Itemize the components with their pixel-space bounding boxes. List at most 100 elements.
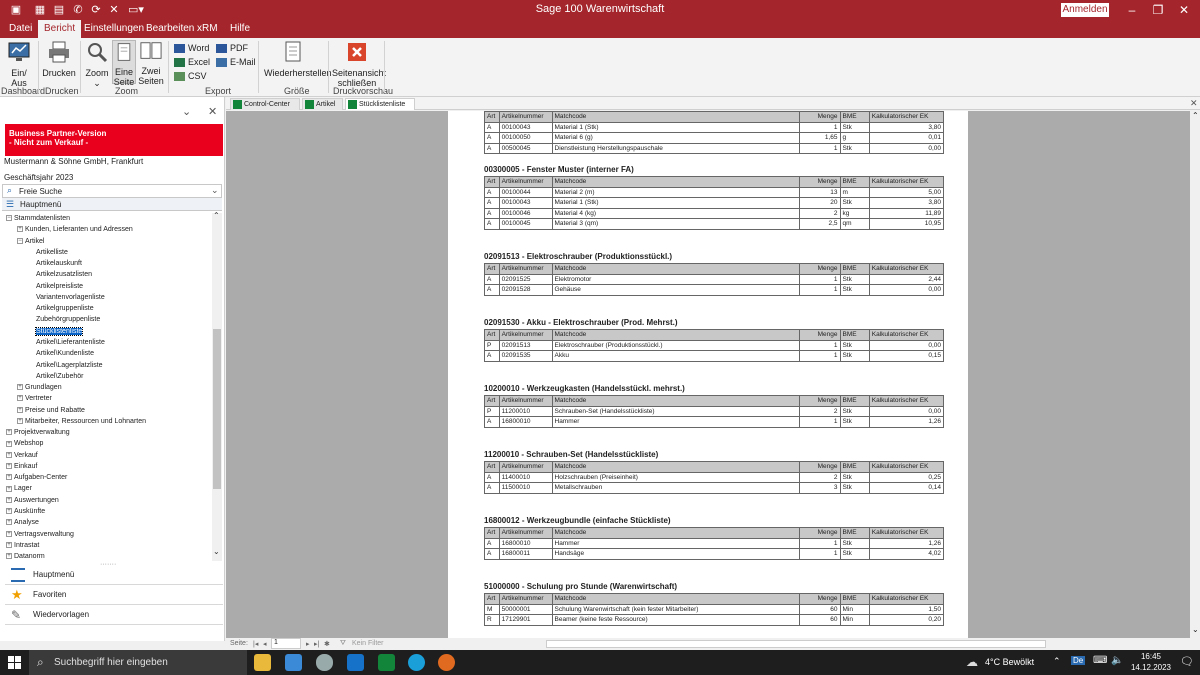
file-explorer-icon[interactable] — [254, 654, 271, 671]
calculator-icon[interactable]: ▦ — [32, 2, 48, 18]
restore-button[interactable]: Wiederherstellen — [264, 40, 332, 78]
tree-item[interactable]: + Mitarbeiter, Ressourcen und Lohnarten — [17, 416, 146, 427]
tree-item[interactable]: + Preise und Rabatte — [17, 405, 85, 416]
tree-item[interactable]: + Analyse — [6, 517, 39, 528]
expand-icon[interactable]: + — [6, 496, 12, 503]
ein-aus-button[interactable]: Ein/ Aus — [4, 40, 34, 88]
tree-item[interactable]: + Verkauf — [6, 450, 38, 461]
tree-item[interactable]: + Einkauf — [6, 461, 37, 472]
expand-icon[interactable]: + — [17, 384, 23, 391]
chevron-down-icon[interactable]: ⌄ — [182, 105, 191, 118]
close-tab-icon[interactable]: ✕ — [1190, 98, 1198, 109]
expand-icon[interactable]: + — [17, 418, 23, 425]
expand-icon[interactable]: + — [6, 463, 12, 470]
print-button[interactable]: Drucken — [42, 40, 76, 78]
close-icon[interactable]: ✕ — [208, 105, 217, 118]
preview-scrollbar[interactable]: ⌃ ⌄ — [1190, 111, 1200, 638]
tree-item[interactable]: + Intrastat — [6, 540, 39, 551]
expand-icon[interactable]: + — [6, 530, 12, 537]
app-icon[interactable]: ▣ — [8, 2, 24, 18]
tree-item[interactable]: Stücklistenliste — [34, 326, 84, 337]
new-record-icon[interactable]: ✱ — [324, 640, 330, 648]
tab-control-center[interactable]: Control-Center — [230, 98, 300, 110]
export-excel-button[interactable]: Excel — [174, 56, 210, 69]
sage-taskbar-icon[interactable] — [378, 654, 395, 671]
quick-access-dropdown-icon[interactable]: ▭▾ — [124, 2, 148, 18]
free-search-dropdown[interactable]: ⌕ Freie Suche ⌄ — [2, 184, 222, 198]
close-doc-icon[interactable]: ✕ — [106, 2, 122, 18]
expand-icon[interactable]: + — [6, 519, 12, 526]
expand-icon[interactable]: + — [6, 485, 12, 492]
export-word-button[interactable]: Word — [174, 42, 209, 55]
expand-icon[interactable]: + — [6, 474, 12, 481]
phone-icon[interactable]: ✆ — [70, 2, 86, 18]
refresh-icon[interactable]: ⟳ — [88, 2, 104, 18]
calendar-icon[interactable]: ▤ — [51, 2, 67, 18]
weather-icon[interactable]: ☁ — [966, 655, 978, 669]
expand-icon[interactable]: + — [6, 429, 12, 436]
tree-item[interactable]: − Artikel — [17, 236, 44, 247]
edge-icon[interactable] — [408, 654, 425, 671]
tree-item[interactable]: Artikelzusatzlisten — [36, 269, 92, 280]
expand-icon[interactable]: + — [6, 553, 12, 560]
tree-item[interactable]: Artikel\Kundenliste — [36, 348, 94, 359]
expand-icon[interactable]: + — [6, 541, 12, 548]
input-indicator-icon[interactable]: De — [1071, 656, 1086, 665]
prev-page-icon[interactable]: ◂ — [263, 640, 267, 648]
print-preview-area[interactable]: Art Artikelnummer Matchcode Menge BME Kalkula… — [226, 111, 1190, 638]
last-page-icon[interactable]: ▸| — [314, 640, 319, 648]
tab-bericht[interactable]: Bericht — [38, 20, 82, 38]
expand-icon[interactable]: + — [17, 395, 23, 402]
chevron-up-icon[interactable]: ⌃ — [1053, 656, 1061, 667]
tree-item[interactable]: Variantenvorlagenliste — [36, 292, 105, 303]
cloud-app-icon[interactable] — [316, 654, 333, 671]
expand-icon[interactable]: + — [6, 451, 12, 458]
tree-scrollbar-thumb[interactable] — [213, 329, 221, 489]
mail-icon[interactable] — [347, 654, 364, 671]
weather-text[interactable]: 4°C Bewölkt — [985, 657, 1034, 667]
tree-item[interactable]: + Aufgaben-Center — [6, 472, 67, 483]
clock-time[interactable]: 16:45 — [1131, 652, 1171, 661]
nav-main-menu[interactable]: Hauptmenü — [5, 565, 223, 585]
windows-start-icon[interactable] — [8, 656, 21, 669]
close-preview-button[interactable]: Seitenansicht schließen — [332, 40, 386, 88]
collapse-icon[interactable]: − — [6, 215, 12, 222]
tree-item[interactable]: Artikelpreisliste — [36, 281, 83, 292]
expand-icon[interactable]: + — [6, 440, 12, 447]
nav-resubmissions[interactable]: ✎ Wiedervorlagen — [5, 605, 223, 625]
tab-datei[interactable]: Datei — [3, 20, 38, 38]
zoom-button[interactable]: Zoom ⌄ — [84, 40, 110, 88]
nav-favorites[interactable]: ★ Favoriten — [5, 585, 223, 605]
tree-item[interactable]: + Vertragsverwaltung — [6, 529, 74, 540]
collapse-icon[interactable]: − — [17, 237, 23, 244]
tree-item[interactable]: Artikelgruppenliste — [36, 303, 94, 314]
maximize-icon[interactable]: ❐ — [1146, 2, 1170, 18]
tree-item[interactable]: Artikel\Zubehör — [36, 371, 83, 382]
clock-date[interactable]: 14.12.2023 — [1128, 663, 1174, 672]
scroll-up-icon[interactable]: ⌃ — [1192, 111, 1199, 120]
tab-stuecklistenliste[interactable]: Stücklistenliste — [345, 98, 415, 110]
scroll-up-icon[interactable]: ⌃ — [213, 211, 220, 220]
first-page-icon[interactable]: |◂ — [253, 640, 258, 648]
taskbar-search-box[interactable]: ⌕ Suchbegriff hier eingeben — [29, 650, 247, 675]
firefox-icon[interactable] — [438, 654, 455, 671]
tab-artikel[interactable]: Artikel — [302, 98, 343, 110]
expand-icon[interactable]: + — [6, 508, 12, 515]
next-page-icon[interactable]: ▸ — [306, 640, 310, 648]
tree-item[interactable]: + Vertreter — [17, 393, 52, 404]
tree-item[interactable]: + Lager — [6, 483, 32, 494]
store-icon[interactable] — [285, 654, 302, 671]
notification-icon[interactable]: 🗨 — [1180, 655, 1194, 668]
network-icon[interactable]: ⌨ — [1093, 655, 1107, 666]
expand-icon[interactable]: + — [17, 226, 23, 233]
tree-item[interactable]: + Kunden, Lieferanten und Adressen — [17, 224, 133, 235]
two-pages-button[interactable]: Zwei Seiten — [138, 40, 164, 86]
login-button[interactable]: Anmelden — [1061, 3, 1109, 17]
tree-item[interactable]: − Stammdatenlisten — [6, 213, 70, 224]
scroll-down-icon[interactable]: ⌄ — [1192, 625, 1199, 634]
one-page-button[interactable]: Eine Seite — [112, 40, 136, 87]
tree-item[interactable]: + Auskünfte — [6, 506, 45, 517]
tree-item[interactable]: + Auswertungen — [6, 495, 59, 506]
filter-status[interactable]: Kein Filter — [352, 640, 384, 647]
tree-item[interactable]: Artikelauskunft — [36, 258, 82, 269]
